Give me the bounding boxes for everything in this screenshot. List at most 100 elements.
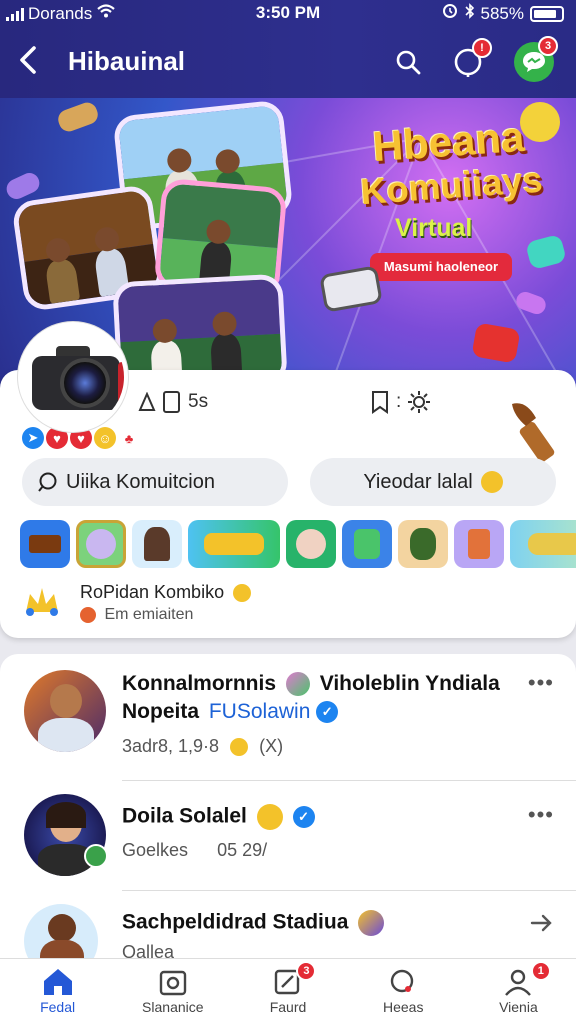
toy-sticker: [3, 169, 43, 203]
post-author[interactable]: Sachpeldidrad Stadiua: [122, 910, 385, 936]
post-author-line2: Nopeita FUSolawin ✓: [122, 700, 339, 724]
post-author[interactable]: Konnalmornnis Viholeblin Yndiala: [122, 672, 500, 697]
app-shortcut[interactable]: [398, 520, 448, 568]
share-arrow-icon[interactable]: [530, 912, 554, 939]
more-options-button[interactable]: •••: [528, 670, 554, 696]
nav-item-groups[interactable]: 3 Faurd: [230, 959, 345, 1024]
car-sticker: [319, 265, 383, 313]
messenger-badge: 3: [538, 36, 558, 56]
nav-label: Heeas: [382, 999, 424, 1015]
recommendation-subtitle: Em emiaiten: [80, 606, 193, 624]
toy-sticker: [524, 233, 568, 271]
like-reaction-icon: ➤: [22, 427, 44, 449]
emoji-sticker: [520, 102, 560, 142]
nav-item-feed[interactable]: Fedal: [0, 959, 115, 1024]
gold-badge-icon: [233, 584, 252, 603]
nav-badge: 3: [296, 961, 317, 981]
online-status-icon: [84, 844, 108, 868]
action-meta[interactable]: :: [370, 390, 431, 414]
smile-emoji-icon: [256, 804, 283, 830]
runner-icon: [354, 529, 380, 559]
app-shortcut[interactable]: [342, 520, 392, 568]
notifications-button[interactable]: !: [448, 38, 492, 82]
bluetooth-icon: [464, 3, 475, 24]
join-community-button[interactable]: Uiika Komuitcion: [22, 458, 288, 506]
app-shortcut[interactable]: [510, 520, 576, 568]
battery-percent: 585%: [480, 3, 524, 23]
fire-icon: [80, 606, 96, 623]
pirate-icon: [144, 527, 170, 561]
messenger-button[interactable]: 3: [514, 36, 558, 82]
page-title: Hibauinal: [68, 46, 186, 76]
app-shortcut[interactable]: [132, 520, 182, 568]
app-shortcut[interactable]: [20, 520, 70, 568]
toy-sticker: [513, 289, 549, 317]
post-meta: Oalleа: [122, 942, 175, 958]
divider: [122, 890, 576, 891]
nav-badge: 1: [530, 961, 551, 981]
recommendation-title[interactable]: RoPidan Kombiko: [80, 582, 252, 603]
search-bubble-icon: [385, 965, 421, 999]
app-shortcut[interactable]: [188, 520, 280, 568]
nav-item-news[interactable]: Heeas: [346, 959, 461, 1024]
boy-icon: [410, 528, 436, 560]
chick-emoji-icon: [230, 738, 249, 757]
people-icon: [138, 392, 156, 411]
post-author[interactable]: Doila Solalel ✓: [122, 804, 315, 830]
avatar[interactable]: [24, 670, 106, 752]
member-meta[interactable]: 5s: [138, 390, 208, 414]
car-sticker: [471, 322, 521, 364]
app-shortcut[interactable]: [76, 520, 126, 568]
alarm-icon: [441, 3, 459, 24]
nav-label: Faurd: [269, 999, 307, 1015]
chat-bubble-icon: [38, 472, 57, 492]
app-shortcuts-row: [20, 520, 576, 570]
feed-list: Konnalmornnis Viholeblin Yndiala Nopeita…: [0, 654, 576, 958]
view-video-button[interactable]: Yieodar lalal: [310, 458, 556, 506]
app-shortcut[interactable]: [286, 520, 336, 568]
battery-icon: [530, 5, 564, 22]
search-button[interactable]: [388, 42, 428, 82]
robot-icon: [468, 529, 490, 559]
avatar[interactable]: [24, 904, 98, 958]
toy-sticker: [55, 99, 101, 135]
crown-icon: [22, 582, 62, 622]
clown-icon: [296, 529, 326, 559]
gear-icon: [408, 391, 431, 413]
verified-icon: ✓: [292, 806, 315, 828]
nav-item-profile[interactable]: 1 Vienia: [461, 959, 576, 1024]
app-shortcut[interactable]: [454, 520, 504, 568]
nav-label: Fedal: [40, 999, 76, 1015]
phone-icon: [163, 391, 180, 413]
globe-emoji-icon: [285, 672, 310, 697]
notification-badge: !: [472, 38, 492, 58]
post-tag[interactable]: FUSolawin: [209, 700, 311, 723]
food-icon: [528, 533, 576, 555]
ball-emoji-icon: [358, 910, 385, 936]
camera-icon: [155, 965, 191, 999]
community-avatar[interactable]: [18, 322, 128, 432]
creature-icon: [86, 529, 116, 559]
more-options-button[interactable]: •••: [528, 802, 554, 828]
banner-subtitle: Virtual: [395, 214, 473, 242]
post-meta: 3adr8, 1,9·8 (X): [122, 736, 284, 757]
boat-icon: [29, 535, 61, 553]
nav-item-marketplace[interactable]: Slananice: [115, 959, 230, 1024]
status-bar: Dorands 3:50 PM 585%: [0, 0, 576, 28]
post-meta: Goelkes 05 29/: [122, 840, 268, 860]
back-button[interactable]: [16, 42, 46, 82]
join-community-label: Uiika Komuitcion: [66, 470, 215, 493]
nav-label: Slananice: [142, 999, 204, 1015]
balloon-reaction-icon: ♣: [124, 430, 134, 446]
top-bar: Dorands 3:50 PM 585% Hibauinal ! 3: [0, 0, 576, 98]
bookmark-icon: [372, 391, 388, 414]
meta-left-label: 5s: [188, 391, 209, 412]
chick-emoji-icon: [480, 471, 503, 493]
haha-reaction-icon: ☺: [94, 427, 116, 449]
bottom-navigation: Fedal Slananice 3 Faurd Heeas 1 Vienia: [0, 958, 576, 1024]
toys-icon: [204, 533, 264, 555]
verified-icon: ✓: [316, 701, 339, 724]
brush-sticker: [506, 396, 576, 466]
banner-pill: Masumi haoleneor: [370, 253, 512, 281]
divider: [122, 780, 576, 781]
